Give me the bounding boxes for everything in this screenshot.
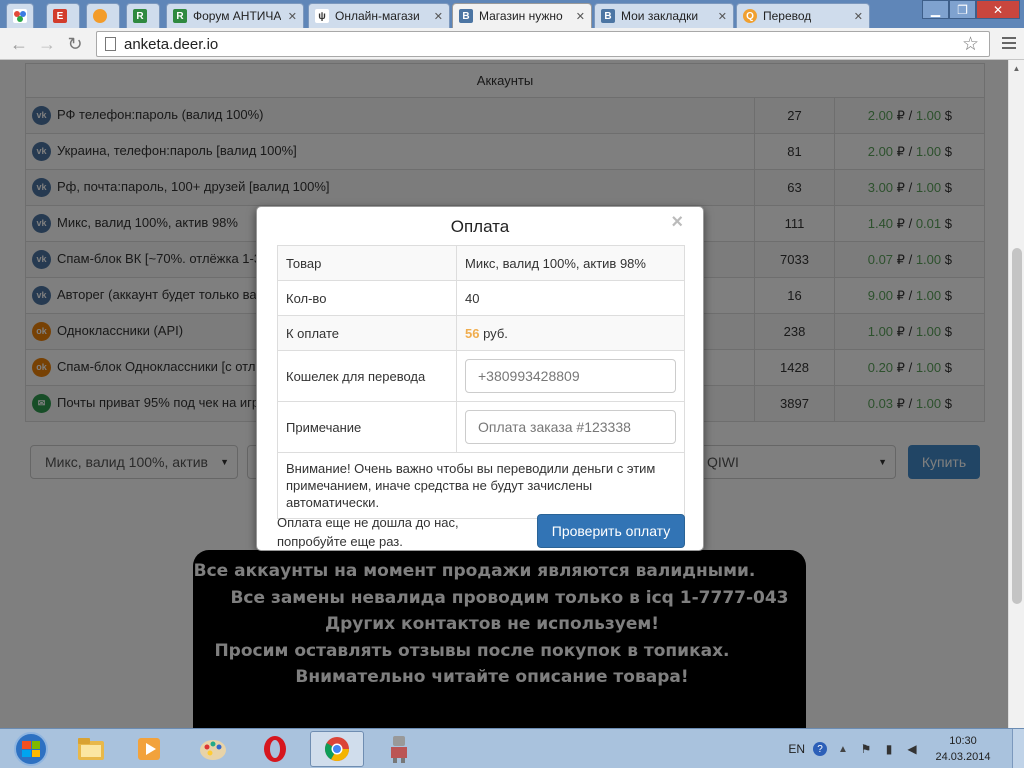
media-player-icon[interactable] <box>122 731 176 767</box>
forward-icon[interactable]: → <box>36 33 58 55</box>
close-window-icon[interactable]: ✕ <box>976 0 1020 19</box>
total-label: К оплате <box>277 315 457 351</box>
close-icon[interactable]: × <box>671 211 683 234</box>
browser-tab[interactable]: R <box>126 3 160 28</box>
tab-close-icon[interactable]: ✕ <box>712 10 727 23</box>
quantity-value: 40 <box>456 280 685 316</box>
scroll-up-icon[interactable]: ▲ <box>1009 60 1024 76</box>
windows-logo-icon <box>14 732 48 766</box>
minimize-icon[interactable]: ▁ <box>922 0 949 19</box>
show-desktop-button[interactable] <box>1012 729 1024 768</box>
browser-tab[interactable] <box>6 3 34 28</box>
tab-favicon: B <box>459 9 473 23</box>
tab-title: Перевод <box>763 9 812 23</box>
browser-tab[interactable]: Q Перевод ✕ <box>736 3 870 28</box>
tab-close-icon[interactable]: ✕ <box>570 10 585 23</box>
quantity-label: Кол-во <box>277 280 457 316</box>
note-label: Примечание <box>277 401 457 453</box>
chrome-menu-icon[interactable] <box>1002 37 1016 52</box>
system-tray: EN ? ▲ ⚑ ▮ ◀ 10:30 24.03.2014 <box>788 729 1024 768</box>
tab-favicon: Q <box>743 9 757 23</box>
chevron-up-icon[interactable]: ▲ <box>836 742 850 756</box>
payment-details-table: Товар Микс, валид 100%, актив 98% Кол-во… <box>277 245 685 519</box>
browser-toolbar: ← → ↻ anketa.deer.io ☆ <box>0 28 1024 60</box>
url-text: anketa.deer.io <box>124 35 219 53</box>
robot-app-icon[interactable] <box>372 731 426 767</box>
browser-tab[interactable] <box>86 3 120 28</box>
network-icon[interactable]: ▮ <box>882 742 896 756</box>
total-currency: руб. <box>483 325 508 341</box>
reload-icon[interactable]: ↻ <box>64 33 86 55</box>
scrollbar-thumb[interactable] <box>1012 248 1022 604</box>
total-amount: 56 <box>465 325 480 341</box>
browser-tab[interactable]: E <box>46 3 80 28</box>
tab-favicon: R <box>133 9 147 23</box>
volume-icon[interactable]: ◀ <box>905 742 919 756</box>
window-controls: ▁ ❐ ✕ <box>922 0 1020 19</box>
tab-title: Онлайн-магази <box>335 9 420 23</box>
tab-close-icon[interactable]: ✕ <box>282 10 297 23</box>
product-label: Товар <box>277 245 457 281</box>
tab-favicon <box>93 9 107 23</box>
page-icon <box>105 37 116 51</box>
tab-favicon: R <box>173 9 187 23</box>
tab-close-icon[interactable]: ✕ <box>848 10 863 23</box>
tab-favicon <box>13 9 27 23</box>
chrome-icon[interactable] <box>310 731 364 767</box>
browser-tab-strip: E R R Форум АНТИЧА ✕ ψ Онлайн-магази ✕ B… <box>0 0 1024 28</box>
paint-icon[interactable] <box>186 731 240 767</box>
tab-favicon: B <box>601 9 615 23</box>
pending-line: Оплата еще не дошла до нас, <box>277 515 459 530</box>
clock-date: 24.03.2014 <box>935 751 991 763</box>
pending-line: попробуйте еще раз. <box>277 534 403 549</box>
tab-close-icon[interactable]: ✕ <box>428 10 443 23</box>
bookmark-star-icon[interactable]: ☆ <box>962 33 979 56</box>
flag-icon[interactable]: ⚑ <box>859 742 873 756</box>
page-scrollbar[interactable]: ▲ <box>1008 60 1024 728</box>
browser-tab-active[interactable]: B Магазин нужно ✕ <box>452 3 592 28</box>
tab-favicon: E <box>53 9 67 23</box>
payment-pending-text: Оплата еще не дошла до нас, попробуйте е… <box>277 513 517 551</box>
help-icon[interactable]: ? <box>813 742 827 756</box>
language-indicator[interactable]: EN <box>788 742 805 756</box>
tab-title: Форум АНТИЧА <box>193 9 282 23</box>
clock[interactable]: 10:30 24.03.2014 <box>928 733 998 765</box>
clock-time: 10:30 <box>949 735 977 747</box>
tab-title: Магазин нужно <box>479 9 563 23</box>
tab-favicon: ψ <box>315 9 329 23</box>
total-value: 56 руб. <box>456 315 685 351</box>
browser-tab[interactable]: ψ Онлайн-магази ✕ <box>308 3 450 28</box>
restore-icon[interactable]: ❐ <box>949 0 976 19</box>
modal-title: Оплата <box>450 217 510 236</box>
product-value: Микс, валид 100%, актив 98% <box>456 245 685 281</box>
tab-title: Мои закладки <box>621 9 699 23</box>
back-icon[interactable]: ← <box>8 33 30 55</box>
explorer-icon[interactable] <box>64 731 118 767</box>
start-button[interactable] <box>4 729 58 768</box>
opera-icon[interactable] <box>248 731 302 767</box>
address-bar[interactable]: anketa.deer.io ☆ <box>96 31 990 57</box>
browser-tab[interactable]: B Мои закладки ✕ <box>594 3 734 28</box>
check-payment-button[interactable]: Проверить оплату <box>537 514 685 548</box>
note-field[interactable]: Оплата заказа #123338 <box>465 410 676 444</box>
taskbar: EN ? ▲ ⚑ ▮ ◀ 10:30 24.03.2014 <box>0 728 1024 768</box>
wallet-field[interactable]: +380993428809 <box>465 359 676 393</box>
browser-tab[interactable]: R Форум АНТИЧА ✕ <box>166 3 304 28</box>
payment-warning: Внимание! Очень важно чтобы вы переводил… <box>277 452 685 519</box>
payment-modal: Оплата × Товар Микс, валид 100%, актив 9… <box>256 206 704 551</box>
wallet-label: Кошелек для перевода <box>277 350 457 402</box>
